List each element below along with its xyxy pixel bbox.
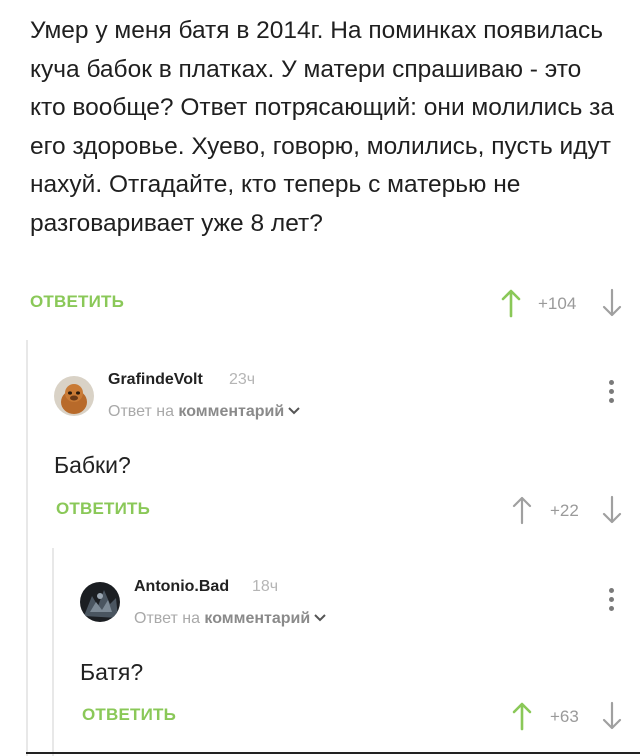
arrow-down-icon[interactable]	[601, 701, 623, 731]
avatar[interactable]	[80, 582, 120, 622]
reply-button[interactable]: ОТВЕТИТЬ	[30, 292, 124, 312]
more-vertical-icon[interactable]	[606, 380, 616, 408]
arrow-up-icon[interactable]	[511, 495, 533, 525]
score: +22	[550, 501, 579, 520]
post-actions: ОТВЕТИТЬ +104	[0, 288, 640, 318]
arrow-down-icon[interactable]	[601, 495, 623, 525]
comment-actions: ОТВЕТИТЬ +22	[0, 495, 640, 525]
comment-time: 18ч	[252, 578, 279, 595]
reply-to-target: комментарий	[178, 403, 285, 421]
arrow-up-icon[interactable]	[511, 701, 533, 731]
reply-to-target: комментарий	[204, 610, 311, 628]
comment-text: Бабки?	[54, 452, 131, 478]
post-text: Умер у меня батя в 2014г. На поминках по…	[30, 17, 615, 237]
score: +104	[538, 294, 577, 313]
reply-button[interactable]: ОТВЕТИТЬ	[56, 499, 150, 519]
thread-line	[26, 340, 28, 756]
reply-to-link[interactable]: Ответ на комментарий	[108, 403, 300, 421]
comment-text: Батя?	[80, 659, 144, 685]
author-name[interactable]: GrafindeVolt	[108, 371, 203, 389]
reply-to-link[interactable]: Ответ на комментарий	[134, 610, 326, 628]
reply-to-prefix: Ответ на	[108, 403, 174, 421]
chevron-down-icon	[288, 403, 300, 421]
divider	[26, 752, 640, 754]
comment-actions: ОТВЕТИТЬ +63	[0, 701, 640, 731]
comment-time: 23ч	[229, 371, 256, 388]
reply-button[interactable]: ОТВЕТИТЬ	[82, 705, 176, 725]
chevron-down-icon	[314, 610, 326, 628]
more-vertical-icon[interactable]	[606, 588, 616, 616]
arrow-down-icon[interactable]	[601, 288, 623, 318]
avatar[interactable]	[54, 376, 94, 416]
score: +63	[550, 707, 579, 726]
reply-to-prefix: Ответ на	[134, 610, 200, 628]
arrow-up-icon[interactable]	[500, 288, 522, 318]
author-name[interactable]: Antonio.Bad	[134, 578, 229, 596]
